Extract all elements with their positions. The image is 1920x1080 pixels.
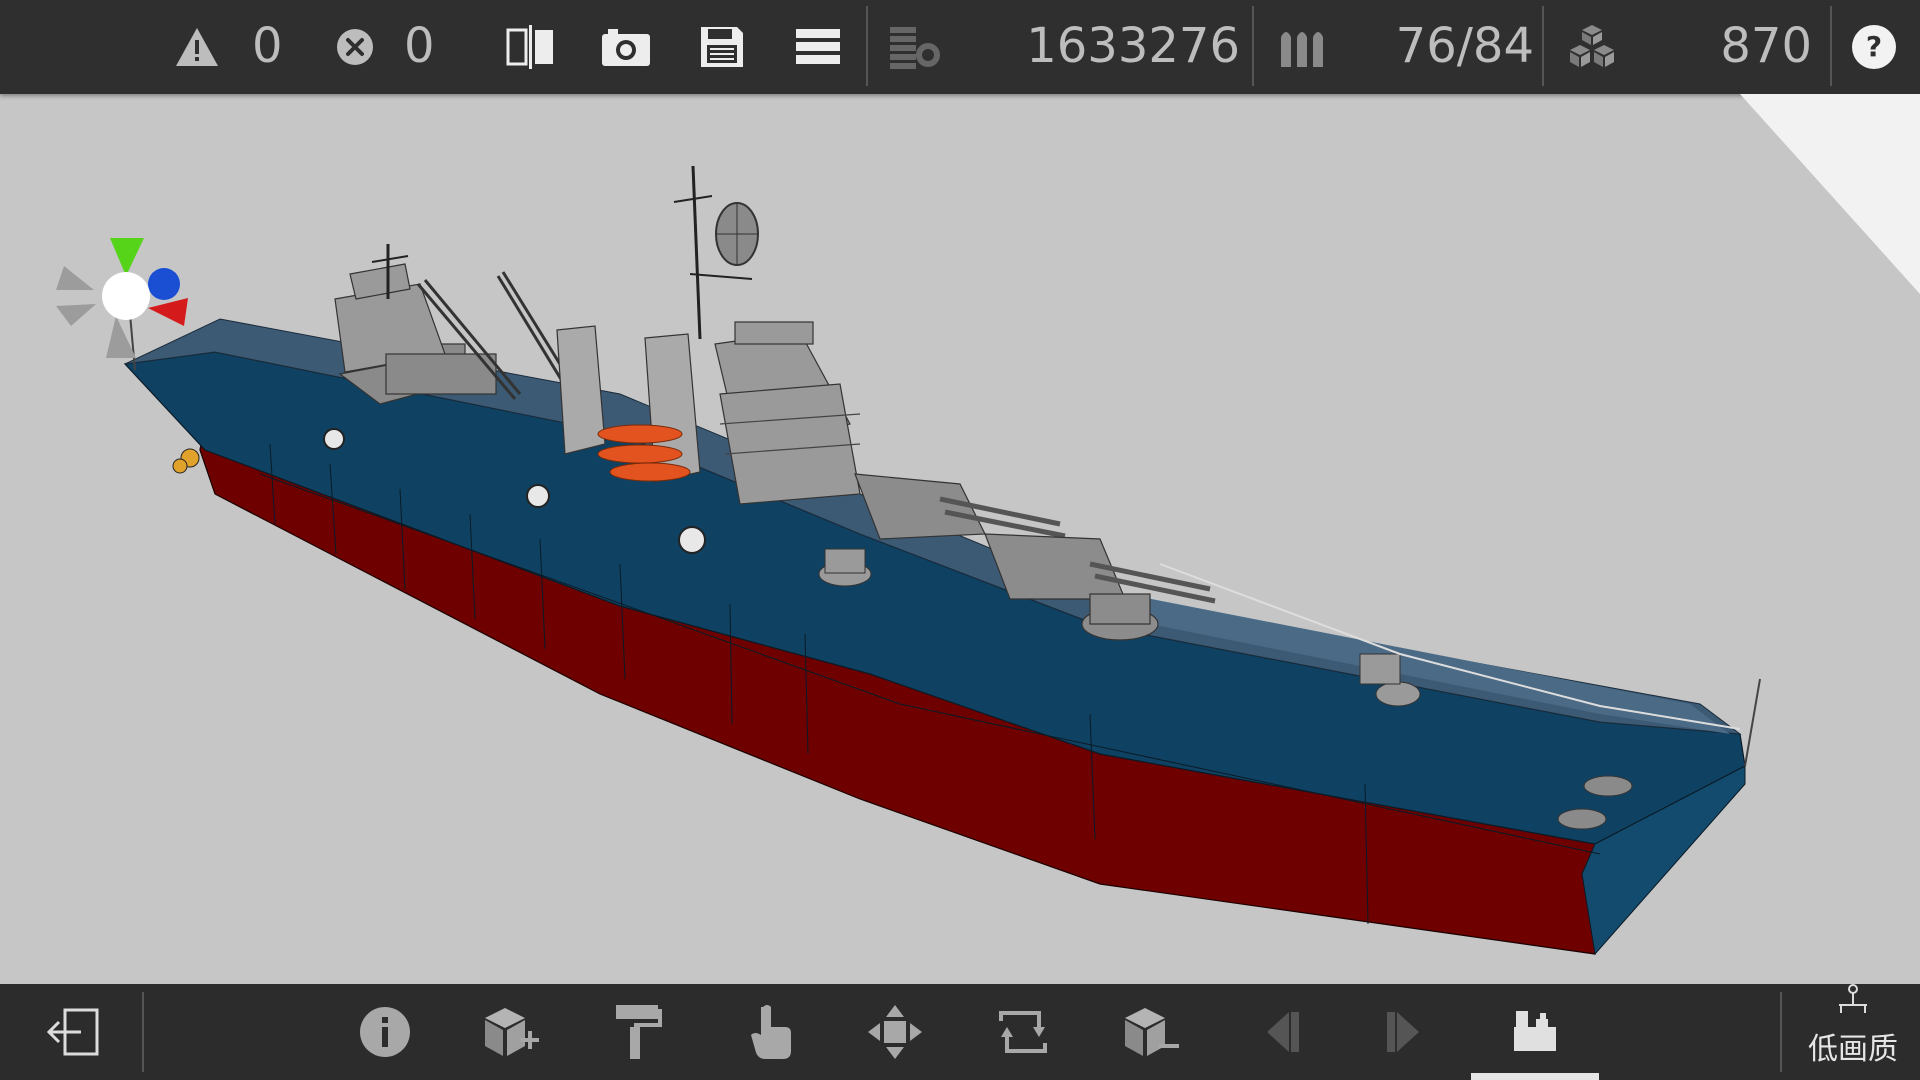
mast-radar bbox=[673, 165, 759, 340]
ammo-value: 76/84 bbox=[1395, 18, 1534, 74]
coin-stack-icon bbox=[884, 0, 944, 94]
quality-label[interactable]: 低画质 bbox=[1808, 1024, 1898, 1068]
error-icon[interactable] bbox=[332, 0, 378, 94]
axis-gizmo[interactable] bbox=[56, 238, 188, 358]
axis-neg-z-handle[interactable] bbox=[56, 304, 96, 326]
propellers bbox=[172, 448, 200, 474]
save-icon[interactable] bbox=[692, 0, 752, 94]
axis-center[interactable] bbox=[102, 272, 150, 320]
bottombar-divider bbox=[142, 992, 144, 1072]
toolbar-divider bbox=[866, 6, 868, 86]
toolbar-divider bbox=[1542, 6, 1544, 86]
next-icon[interactable] bbox=[1372, 984, 1438, 1080]
info-icon[interactable] bbox=[352, 984, 418, 1080]
previous-icon[interactable] bbox=[1248, 984, 1314, 1080]
hand-pointer-icon[interactable] bbox=[738, 984, 804, 1080]
points-value: 1633276 bbox=[1026, 18, 1240, 74]
add-block-icon[interactable] bbox=[478, 984, 544, 1080]
build-scene bbox=[56, 94, 1920, 956]
top-toolbar: 0 0 1633276 76/84 870 ? bbox=[0, 0, 1920, 94]
errors-count: 0 bbox=[404, 18, 435, 74]
svg-text:?: ? bbox=[1866, 30, 1882, 63]
mirror-icon[interactable] bbox=[500, 0, 560, 94]
bottom-toolbar bbox=[0, 984, 1920, 1080]
axis-x-handle[interactable] bbox=[148, 298, 188, 326]
ammo-icon bbox=[1276, 0, 1332, 94]
build-mode-icon[interactable] bbox=[1502, 984, 1568, 1080]
jack-staff bbox=[1744, 678, 1761, 767]
exit-icon[interactable] bbox=[40, 984, 106, 1080]
lifeboats bbox=[597, 424, 691, 482]
camera-icon[interactable] bbox=[596, 0, 656, 94]
rotate-icon[interactable] bbox=[990, 984, 1056, 1080]
bridge-superstructure bbox=[714, 321, 861, 505]
3d-viewport[interactable] bbox=[0, 94, 1920, 984]
bottombar-divider bbox=[1780, 992, 1782, 1072]
blocks-icon bbox=[1562, 0, 1622, 94]
remove-block-icon[interactable] bbox=[1118, 984, 1184, 1080]
active-tool-indicator bbox=[1471, 1073, 1599, 1080]
help-icon[interactable]: ? bbox=[1846, 0, 1902, 94]
warnings-count: 0 bbox=[252, 18, 283, 74]
toolbar-divider bbox=[1830, 6, 1832, 86]
move-icon[interactable] bbox=[862, 984, 928, 1080]
warning-icon[interactable] bbox=[172, 0, 222, 94]
paint-roller-icon[interactable] bbox=[606, 984, 672, 1080]
parts-value: 870 bbox=[1720, 18, 1812, 74]
axis-neg-x-handle[interactable] bbox=[56, 266, 94, 290]
axis-y-handle[interactable] bbox=[110, 238, 144, 276]
axis-z-handle[interactable] bbox=[148, 268, 180, 300]
toolbar-divider bbox=[1252, 6, 1254, 86]
menu-icon[interactable] bbox=[788, 0, 848, 94]
light-wedge bbox=[1740, 94, 1920, 294]
quality-icon[interactable] bbox=[1830, 980, 1876, 1020]
